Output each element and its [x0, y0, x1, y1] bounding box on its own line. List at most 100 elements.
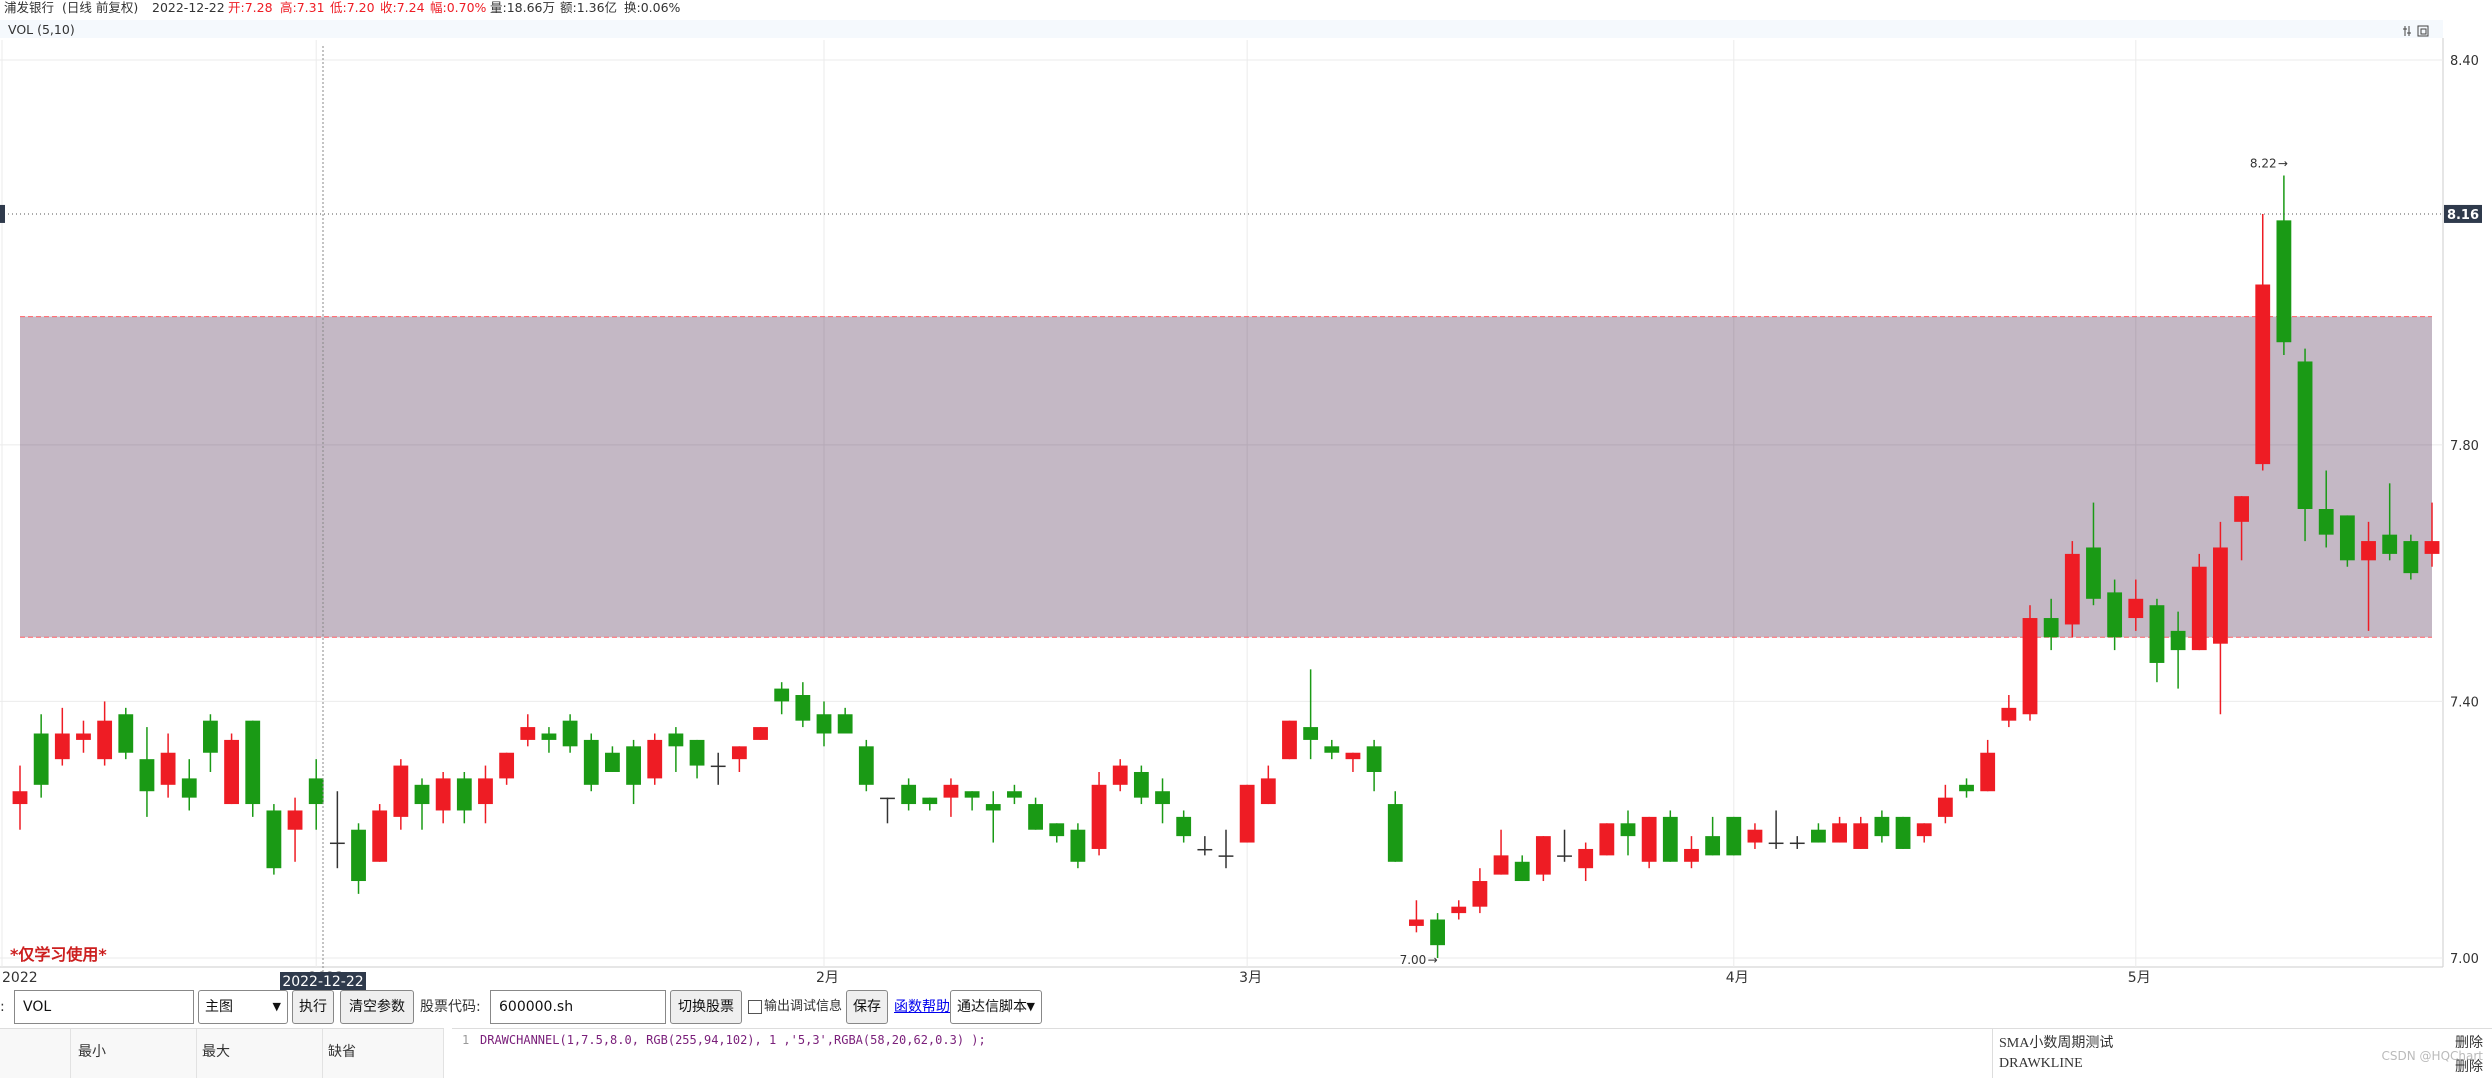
candle-body: [1366, 746, 1382, 772]
code-editor[interactable]: 1 DRAWCHANNEL(1,7.5,8.0, RGB(255,94,102)…: [452, 1028, 1992, 1078]
debug-checkbox[interactable]: [748, 990, 762, 1024]
candle: [181, 759, 197, 811]
candle-body: [689, 739, 705, 766]
save-button[interactable]: 保存: [846, 990, 888, 1024]
candle-body: [1705, 836, 1721, 856]
candle: [583, 733, 599, 792]
candle-body: [1578, 848, 1594, 869]
candle: [1895, 816, 1911, 849]
header-turnover: 换:0.06%: [624, 0, 681, 15]
params-table: 最小 最大 缺省: [0, 1028, 444, 1078]
script-select[interactable]: 通达信脚本 ▼: [950, 990, 1042, 1024]
candle: [1133, 765, 1149, 805]
window-select[interactable]: 主图 ▼: [198, 990, 288, 1024]
candle: [1472, 868, 1488, 914]
candle-body: [901, 784, 917, 805]
candle: [1599, 823, 1615, 856]
candle-body: [12, 791, 28, 805]
candle: [12, 765, 28, 830]
app-root: 浦发银行 (日线 前复权) 2022-12-22 开:7.28 高:7.31 低…: [0, 0, 2492, 1078]
candle-body: [1324, 746, 1340, 753]
candle-body: [1684, 848, 1699, 862]
clear-params-button[interactable]: 清空参数: [340, 990, 414, 1024]
candle: [1684, 836, 1699, 869]
candle-body: [562, 720, 578, 747]
line-number: 1: [462, 1033, 470, 1047]
candle: [1155, 778, 1170, 824]
candle-body: [1239, 784, 1255, 843]
price-marker-left: [0, 204, 5, 223]
candle: [351, 823, 366, 894]
y-tick-label: 7.40: [2450, 695, 2479, 710]
candle: [1578, 842, 1594, 882]
candle: [1366, 739, 1382, 792]
candle: [118, 707, 134, 760]
stock-code-input[interactable]: 600000.sh: [490, 990, 666, 1024]
candle-body: [943, 784, 959, 798]
candle-body: [1662, 816, 1678, 862]
candle: [1811, 823, 1826, 843]
candle: [1218, 829, 1234, 869]
candle-body: [605, 752, 620, 772]
x-tick-label: 4月: [1726, 970, 1749, 986]
candle-body: [245, 720, 261, 805]
candle: [922, 797, 938, 811]
candle-body: [1409, 919, 1424, 926]
function-help-link[interactable]: 函数帮助: [894, 990, 950, 1024]
candle: [1535, 836, 1551, 882]
candle: [97, 701, 113, 766]
candle: [1303, 669, 1319, 760]
candle-body: [1049, 823, 1065, 837]
header-change: 幅:0.70%: [430, 0, 487, 15]
candle-body: [2318, 509, 2334, 535]
candle-body: [1112, 765, 1128, 785]
candle-body: [1155, 791, 1170, 805]
candle-body: [2234, 496, 2249, 522]
candle: [816, 701, 832, 747]
period-label: (日线 前复权): [62, 0, 138, 15]
candle: [1049, 823, 1065, 843]
candle-body: [583, 739, 599, 785]
candle-body: [2149, 605, 2165, 663]
candle-body: [520, 727, 536, 740]
candle-body: [181, 778, 197, 798]
price-marker-text: 8.16: [2447, 208, 2479, 223]
candle-body: [1493, 855, 1509, 875]
candle-body: [1641, 816, 1657, 862]
candle-body: [1874, 816, 1890, 837]
candle-body: [1387, 804, 1403, 862]
run-button[interactable]: 执行: [292, 990, 334, 1024]
candle: [1641, 816, 1657, 869]
header-low: 低:7.20: [330, 0, 375, 15]
candle: [774, 682, 790, 715]
candle-body: [2043, 618, 2059, 638]
switch-stock-button[interactable]: 切换股票: [670, 990, 742, 1024]
script-item-label[interactable]: DRAWKLINE: [1999, 1056, 2083, 1072]
stock-code-label: 股票代码:: [420, 999, 481, 1015]
candle-body: [1599, 823, 1615, 856]
script-list-panel: SMA小数周期测试 删除 DRAWKLINE 删除 CSDN @HQChart: [1992, 1028, 2492, 1078]
candle-body: [2001, 707, 2017, 721]
candle: [880, 797, 895, 824]
candle: [76, 720, 91, 753]
candle-body: [1451, 906, 1467, 914]
window-select-value: 主图: [205, 999, 233, 1015]
candle: [2339, 515, 2355, 567]
candle: [1874, 810, 1890, 843]
low-annotation: 7.00: [1400, 953, 1427, 967]
candle: [224, 733, 239, 805]
candle-body: [2403, 541, 2419, 574]
candle-body: [393, 765, 409, 817]
candle: [2403, 534, 2419, 580]
candle: [1260, 765, 1276, 805]
candle: [499, 752, 515, 785]
candle: [203, 714, 218, 772]
candle-body: [308, 778, 324, 805]
script-item-label[interactable]: SMA小数周期测试: [1999, 1032, 2113, 1052]
candle: [287, 797, 303, 862]
candle: [1197, 836, 1213, 856]
indicator-name-input[interactable]: VOL: [14, 990, 194, 1024]
candle-body: [647, 739, 663, 779]
header-date: 2022-12-22: [152, 0, 225, 15]
candle: [731, 746, 747, 772]
